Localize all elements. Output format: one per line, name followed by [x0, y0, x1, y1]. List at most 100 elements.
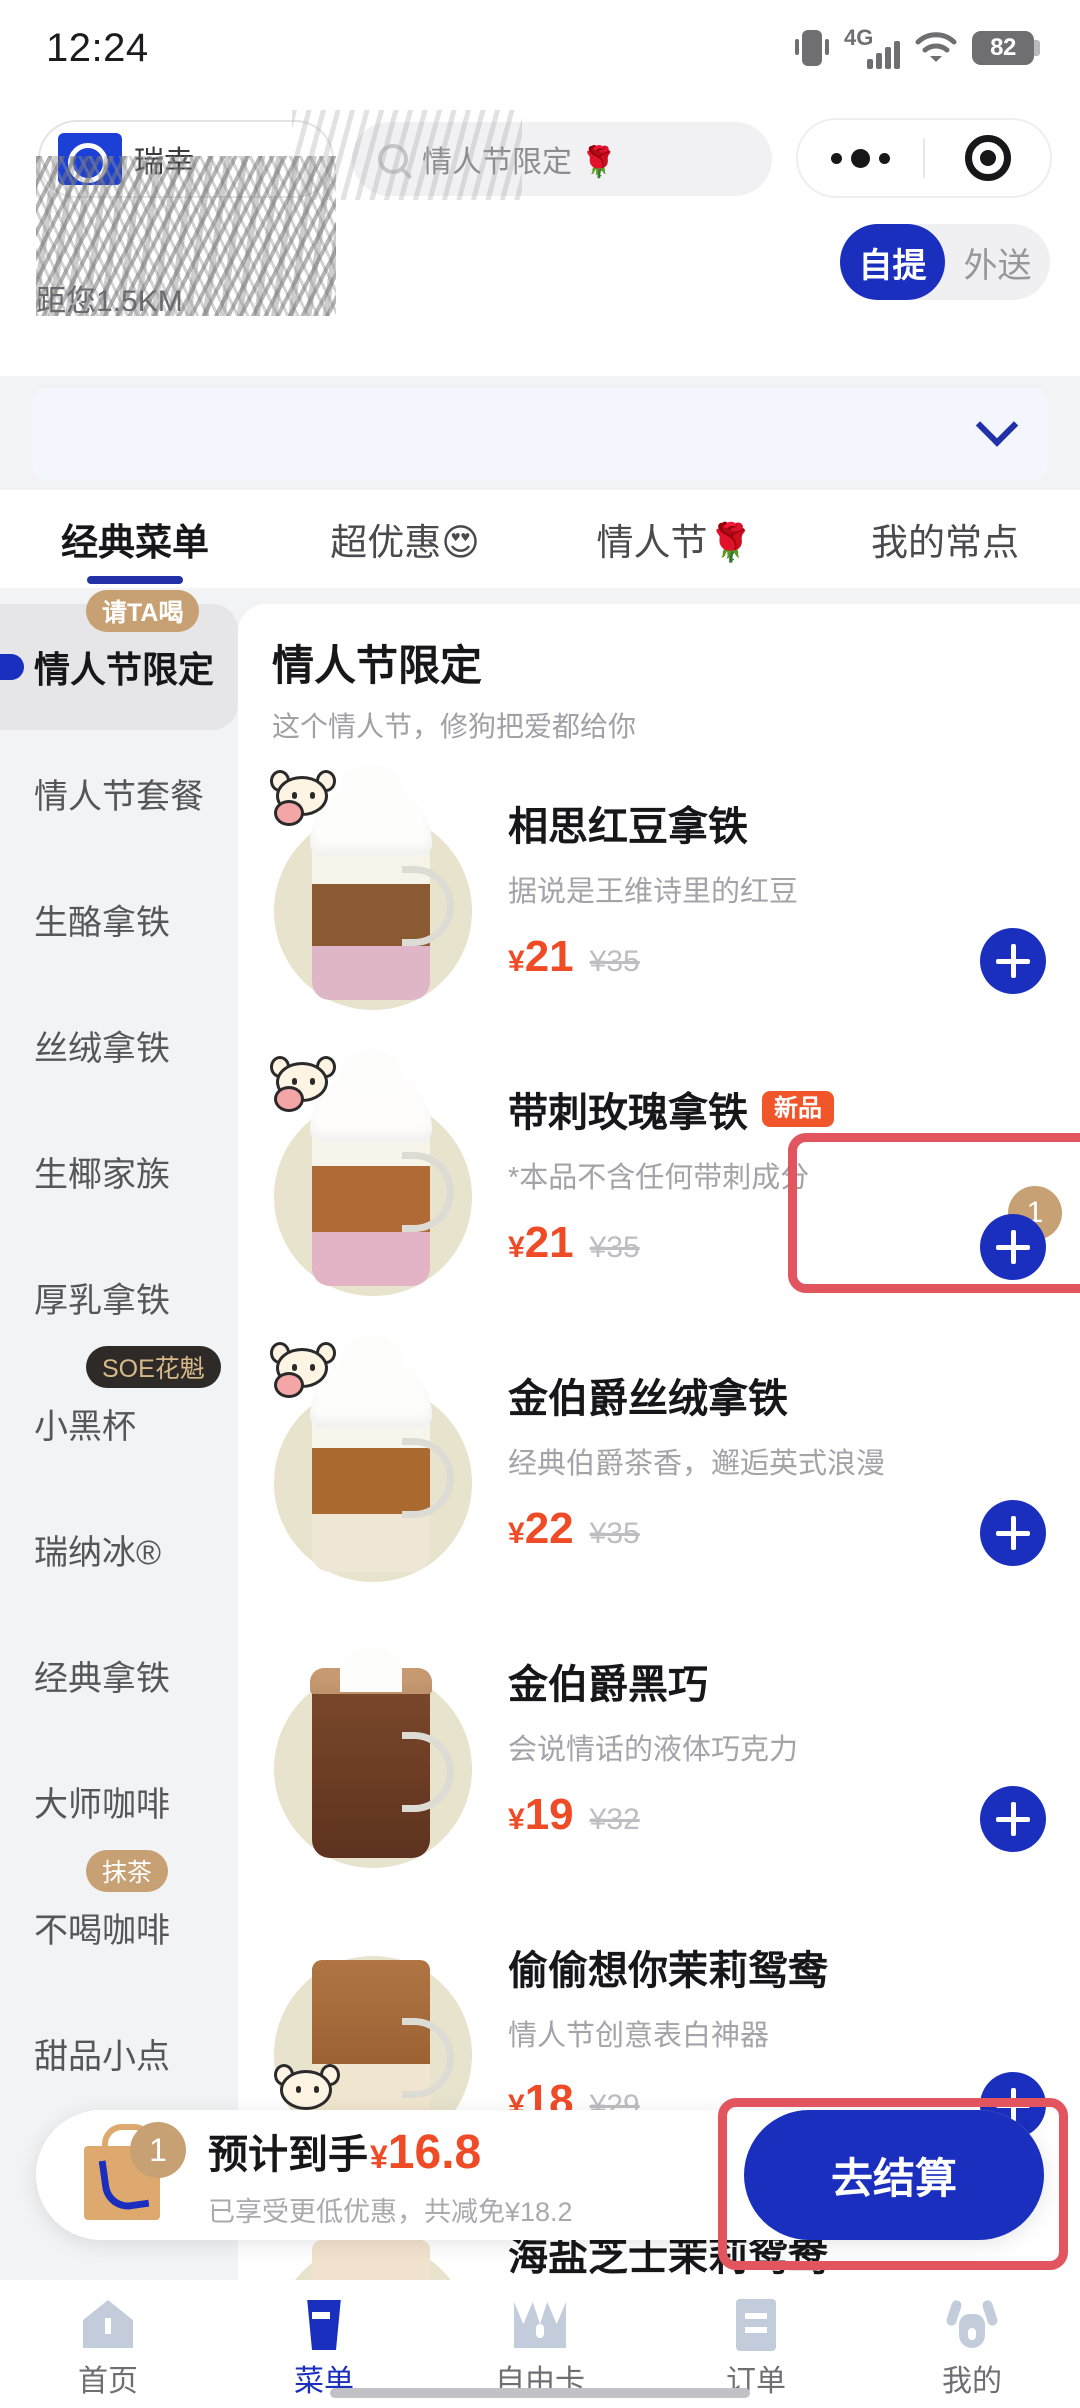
nav-item-free-card[interactable]: 自由卡 — [432, 2294, 648, 2400]
sidebar-item-label: 大师咖啡 — [34, 1785, 170, 1824]
search-icon — [378, 144, 408, 174]
mascot-icon — [268, 1056, 338, 1114]
product-name: 偷偷想你茉莉鸳鸯 — [508, 1949, 828, 1993]
cart-summary-bar[interactable]: 1 预计到手 ¥16.8 已享受更低优惠，共减免¥18.2 去结算 — [36, 2110, 1044, 2240]
product-original-price: ¥35 — [589, 1517, 640, 1550]
sidebar-item-label: 经典拿铁 — [34, 1659, 170, 1698]
home-indicator — [330, 2388, 750, 2398]
promotion-banner[interactable] — [32, 388, 1048, 480]
document-icon — [725, 2294, 787, 2352]
product-item[interactable]: 带刺玫瑰拿铁 新品 *本品不含任何带刺成分 ¥21 ¥35 1 — [238, 1037, 1080, 1323]
product-original-price: ¥35 — [589, 945, 640, 978]
plus-icon — [996, 1230, 1030, 1264]
nav-item-home[interactable]: 首页 — [0, 2294, 216, 2400]
shopping-bag-icon[interactable]: 1 — [72, 2120, 190, 2230]
status-time: 12:24 — [46, 25, 149, 70]
search-placeholder: 情人节限定 🌹 — [422, 146, 618, 179]
store-selector[interactable]: 瑞幸 — [38, 120, 334, 198]
product-name: 金伯爵丝绒拿铁 — [508, 1377, 788, 1421]
sidebar-item-little-black-cup[interactable]: SOE花魁 小黑杯 — [0, 1346, 238, 1486]
product-description: *本品不含任何带刺成分 — [508, 1162, 810, 1194]
add-to-cart-button[interactable] — [980, 1500, 1046, 1566]
tab-super-deals[interactable]: 超优惠😍 — [270, 512, 540, 566]
menu-body: 请TA喝 情人节限定 情人节套餐 生酪拿铁 丝绒拿铁 生椰家族 厚乳拿铁 SOE… — [0, 590, 1080, 2280]
more-dots-icon — [831, 148, 890, 168]
tab-classic-menu[interactable]: 经典菜单 — [0, 512, 270, 566]
product-image — [248, 1618, 498, 1886]
deer-icon — [941, 2294, 1003, 2352]
brand-logo-icon — [58, 133, 122, 185]
product-item[interactable]: 金伯爵黑巧 会说情话的液体巧克力 ¥19 ¥32 — [238, 1609, 1080, 1895]
cup-icon — [293, 2294, 355, 2352]
sidebar-item-label: 甜品小点 — [34, 2037, 170, 2076]
target-icon — [964, 135, 1011, 181]
mode-pickup-option[interactable]: 自提 — [840, 224, 945, 300]
close-mini-program-button[interactable] — [925, 135, 1050, 181]
app-header: 瑞幸 情人节限定 🌹 距您1.5KM 自提 外送 — [0, 96, 1080, 376]
battery-level: 82 — [990, 34, 1016, 61]
sidebar-item-label: 生酪拿铁 — [34, 903, 170, 942]
plus-icon — [996, 1516, 1030, 1550]
tab-my-favorites[interactable]: 我的常点 — [810, 512, 1080, 566]
product-price: ¥21 — [508, 1218, 574, 1267]
product-image — [248, 1046, 498, 1314]
cart-discount-note: 已享受更低优惠，共减免¥18.2 — [208, 2196, 573, 2227]
plus-icon — [996, 1802, 1030, 1836]
mode-delivery-option[interactable]: 外送 — [945, 224, 1050, 300]
nav-item-orders[interactable]: 订单 — [648, 2294, 864, 2400]
sidebar-item-thick-milk-latte[interactable]: 厚乳拿铁 — [0, 1234, 238, 1360]
add-to-cart-button[interactable] — [980, 1214, 1046, 1280]
fulfillment-mode-toggle[interactable]: 自提 外送 — [840, 224, 1050, 300]
category-sidebar: 请TA喝 情人节限定 情人节套餐 生酪拿铁 丝绒拿铁 生椰家族 厚乳拿铁 SOE… — [0, 590, 238, 2280]
nav-item-profile[interactable]: 我的 — [864, 2294, 1080, 2400]
product-original-price: ¥32 — [589, 1803, 640, 1836]
cart-summary-text: 预计到手 ¥16.8 已享受更低优惠，共减免¥18.2 — [190, 2122, 744, 2229]
sidebar-item-label: 情人节套餐 — [34, 777, 204, 816]
product-image — [248, 760, 498, 1028]
sidebar-item-label: 生椰家族 — [34, 1155, 170, 1194]
product-name: 带刺玫瑰拿铁 — [508, 1091, 748, 1135]
chevron-down-icon[interactable] — [975, 404, 1019, 447]
store-name: 瑞幸 — [134, 146, 194, 179]
sidebar-item-valentines-set[interactable]: 情人节套餐 — [0, 730, 238, 856]
add-to-cart-button[interactable] — [980, 1786, 1046, 1852]
status-bar: 12:24 4G 82 — [0, 0, 1080, 96]
more-menu-button[interactable] — [798, 148, 923, 168]
home-icon — [77, 2294, 139, 2352]
sidebar-item-non-coffee[interactable]: 抹茶 不喝咖啡 — [0, 1850, 238, 1990]
product-item[interactable]: 金伯爵丝绒拿铁 经典伯爵茶香，邂逅英式浪漫 ¥22 ¥35 — [238, 1323, 1080, 1609]
nav-item-menu[interactable]: 菜单 — [216, 2294, 432, 2400]
product-original-price: ¥35 — [589, 1231, 640, 1264]
sidebar-item-desserts[interactable]: 甜品小点 — [0, 1990, 238, 2116]
tab-valentines[interactable]: 情人节🌹 — [540, 512, 810, 566]
active-indicator-dot — [0, 654, 24, 680]
sidebar-item-valentines-limited[interactable]: 请TA喝 情人节限定 — [0, 590, 238, 730]
product-list-panel: 情人节限定 这个情人节，修狗把爱都给你 相思红豆拿铁 据说是王维诗里的红豆 ¥2… — [238, 604, 1080, 2280]
product-name: 相思红豆拿铁 — [508, 805, 748, 849]
sidebar-badge: 请TA喝 — [86, 590, 200, 632]
product-item[interactable]: 相思红豆拿铁 据说是王维诗里的红豆 ¥21 ¥35 — [238, 751, 1080, 1037]
search-input[interactable]: 情人节限定 🌹 — [352, 122, 772, 196]
vibrate-icon — [794, 28, 830, 68]
status-icon-group: 4G 82 — [794, 25, 1040, 69]
store-distance: 距您1.5KM — [36, 285, 183, 318]
sidebar-item-label: 情人节限定 — [34, 649, 215, 690]
section-title: 情人节限定 — [272, 642, 483, 689]
sidebar-item-ruinabing[interactable]: 瑞纳冰® — [0, 1486, 238, 1612]
sidebar-item-classic-latte[interactable]: 经典拿铁 — [0, 1612, 238, 1738]
product-price: ¥21 — [508, 932, 574, 981]
checkout-button[interactable]: 去结算 — [744, 2110, 1044, 2240]
sidebar-item-label: 厚乳拿铁 — [34, 1281, 170, 1320]
sidebar-item-coconut-family[interactable]: 生椰家族 — [0, 1108, 238, 1234]
wifi-icon — [914, 30, 958, 66]
sidebar-item-label: 瑞纳冰® — [34, 1533, 162, 1572]
battery-icon: 82 — [972, 31, 1040, 65]
product-description: 情人节创意表白神器 — [508, 2020, 770, 2052]
signal-icon: 4G — [844, 25, 900, 69]
sidebar-item-label: 小黑杯 — [34, 1407, 136, 1446]
sidebar-item-label: 不喝咖啡 — [34, 1911, 170, 1950]
sidebar-item-cheese-latte[interactable]: 生酪拿铁 — [0, 856, 238, 982]
sidebar-item-master-coffee[interactable]: 大师咖啡 — [0, 1738, 238, 1864]
add-to-cart-button[interactable] — [980, 928, 1046, 994]
sidebar-item-velvet-latte[interactable]: 丝绒拿铁 — [0, 982, 238, 1108]
